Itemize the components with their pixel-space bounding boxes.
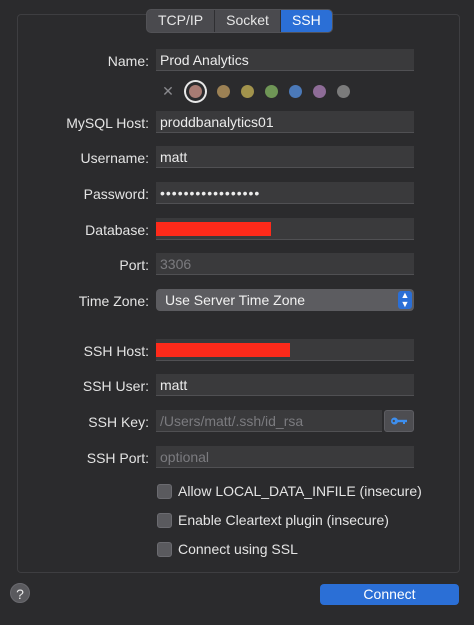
ssh-port-field[interactable]: optional [156, 446, 414, 468]
ssh-port-row: SSH Port: optional [0, 446, 474, 470]
connection-type-tabs: TCP/IP Socket SSH [146, 9, 333, 33]
color-swatch[interactable] [289, 85, 302, 98]
color-swatch[interactable] [265, 85, 278, 98]
enable-cleartext-checkbox[interactable]: Enable Cleartext plugin (insecure) [157, 510, 389, 530]
redaction-bar [156, 222, 271, 236]
redaction-bar [156, 343, 290, 357]
port-row: Port: 3306 [0, 253, 474, 277]
tab-socket[interactable]: Socket [215, 10, 281, 32]
time-zone-select[interactable]: Use Server Time Zone ▲ ▼ [156, 289, 414, 311]
mysql-host-row: MySQL Host: proddbanalytics01 [0, 111, 474, 135]
ssh-host-field[interactable] [156, 339, 414, 361]
name-field[interactable]: Prod Analytics [156, 49, 414, 71]
mysql-host-label: MySQL Host: [66, 115, 149, 131]
color-swatch[interactable] [241, 85, 254, 98]
checkbox[interactable] [157, 512, 172, 528]
ssh-user-field[interactable]: matt [156, 374, 414, 396]
password-field[interactable]: ••••••••••••••••• [156, 182, 414, 204]
color-swatch[interactable] [217, 85, 230, 98]
x-icon[interactable]: ✕ [161, 83, 175, 100]
key-icon[interactable] [384, 410, 414, 432]
username-label: Username: [80, 150, 149, 166]
color-picker: ✕ [161, 83, 361, 100]
connect-ssl-checkbox[interactable]: Connect using SSL [157, 539, 298, 559]
ssh-key-row: SSH Key: /Users/matt/.ssh/id_rsa [0, 410, 474, 434]
database-row: Database: [0, 218, 474, 242]
name-label: Name: [107, 53, 149, 69]
time-zone-value: Use Server Time Zone [165, 292, 306, 308]
ssh-host-label: SSH Host: [83, 343, 149, 359]
color-swatch[interactable] [313, 85, 326, 98]
ssh-host-row: SSH Host: [0, 339, 474, 363]
tab-ssh[interactable]: SSH [280, 10, 332, 32]
ssh-key-field[interactable]: /Users/matt/.ssh/id_rsa [156, 410, 382, 432]
tab-tcpip[interactable]: TCP/IP [147, 10, 216, 32]
chevron-up-down-icon: ▲ ▼ [398, 291, 412, 309]
allow-local-infile-checkbox[interactable]: Allow LOCAL_DATA_INFILE (insecure) [157, 481, 422, 501]
checkbox[interactable] [157, 541, 172, 557]
checkbox-label: Enable Cleartext plugin (insecure) [178, 512, 389, 528]
checkbox[interactable] [157, 483, 172, 499]
time-zone-label: Time Zone: [78, 293, 149, 309]
time-zone-row: Time Zone: Use Server Time Zone ▲ ▼ [0, 289, 474, 313]
username-field[interactable]: matt [156, 146, 414, 168]
name-row: Name: Prod Analytics [0, 49, 474, 73]
ssh-port-label: SSH Port: [86, 450, 149, 466]
ssh-user-label: SSH User: [82, 378, 149, 394]
password-row: Password: ••••••••••••••••• [0, 182, 474, 206]
connect-button[interactable]: Connect [320, 584, 459, 605]
help-button[interactable]: ? [10, 583, 30, 603]
checkbox-label: Allow LOCAL_DATA_INFILE (insecure) [178, 483, 422, 499]
port-label: Port: [119, 257, 149, 273]
database-field[interactable] [156, 218, 414, 240]
checkbox-label: Connect using SSL [178, 541, 298, 557]
port-field[interactable]: 3306 [156, 253, 414, 275]
color-swatch-selected[interactable] [189, 85, 202, 98]
username-row: Username: matt [0, 146, 474, 170]
ssh-key-label: SSH Key: [88, 414, 149, 430]
password-label: Password: [83, 186, 149, 202]
mysql-host-field[interactable]: proddbanalytics01 [156, 111, 414, 133]
database-label: Database: [85, 222, 149, 238]
ssh-user-row: SSH User: matt [0, 374, 474, 398]
color-swatch[interactable] [337, 85, 350, 98]
